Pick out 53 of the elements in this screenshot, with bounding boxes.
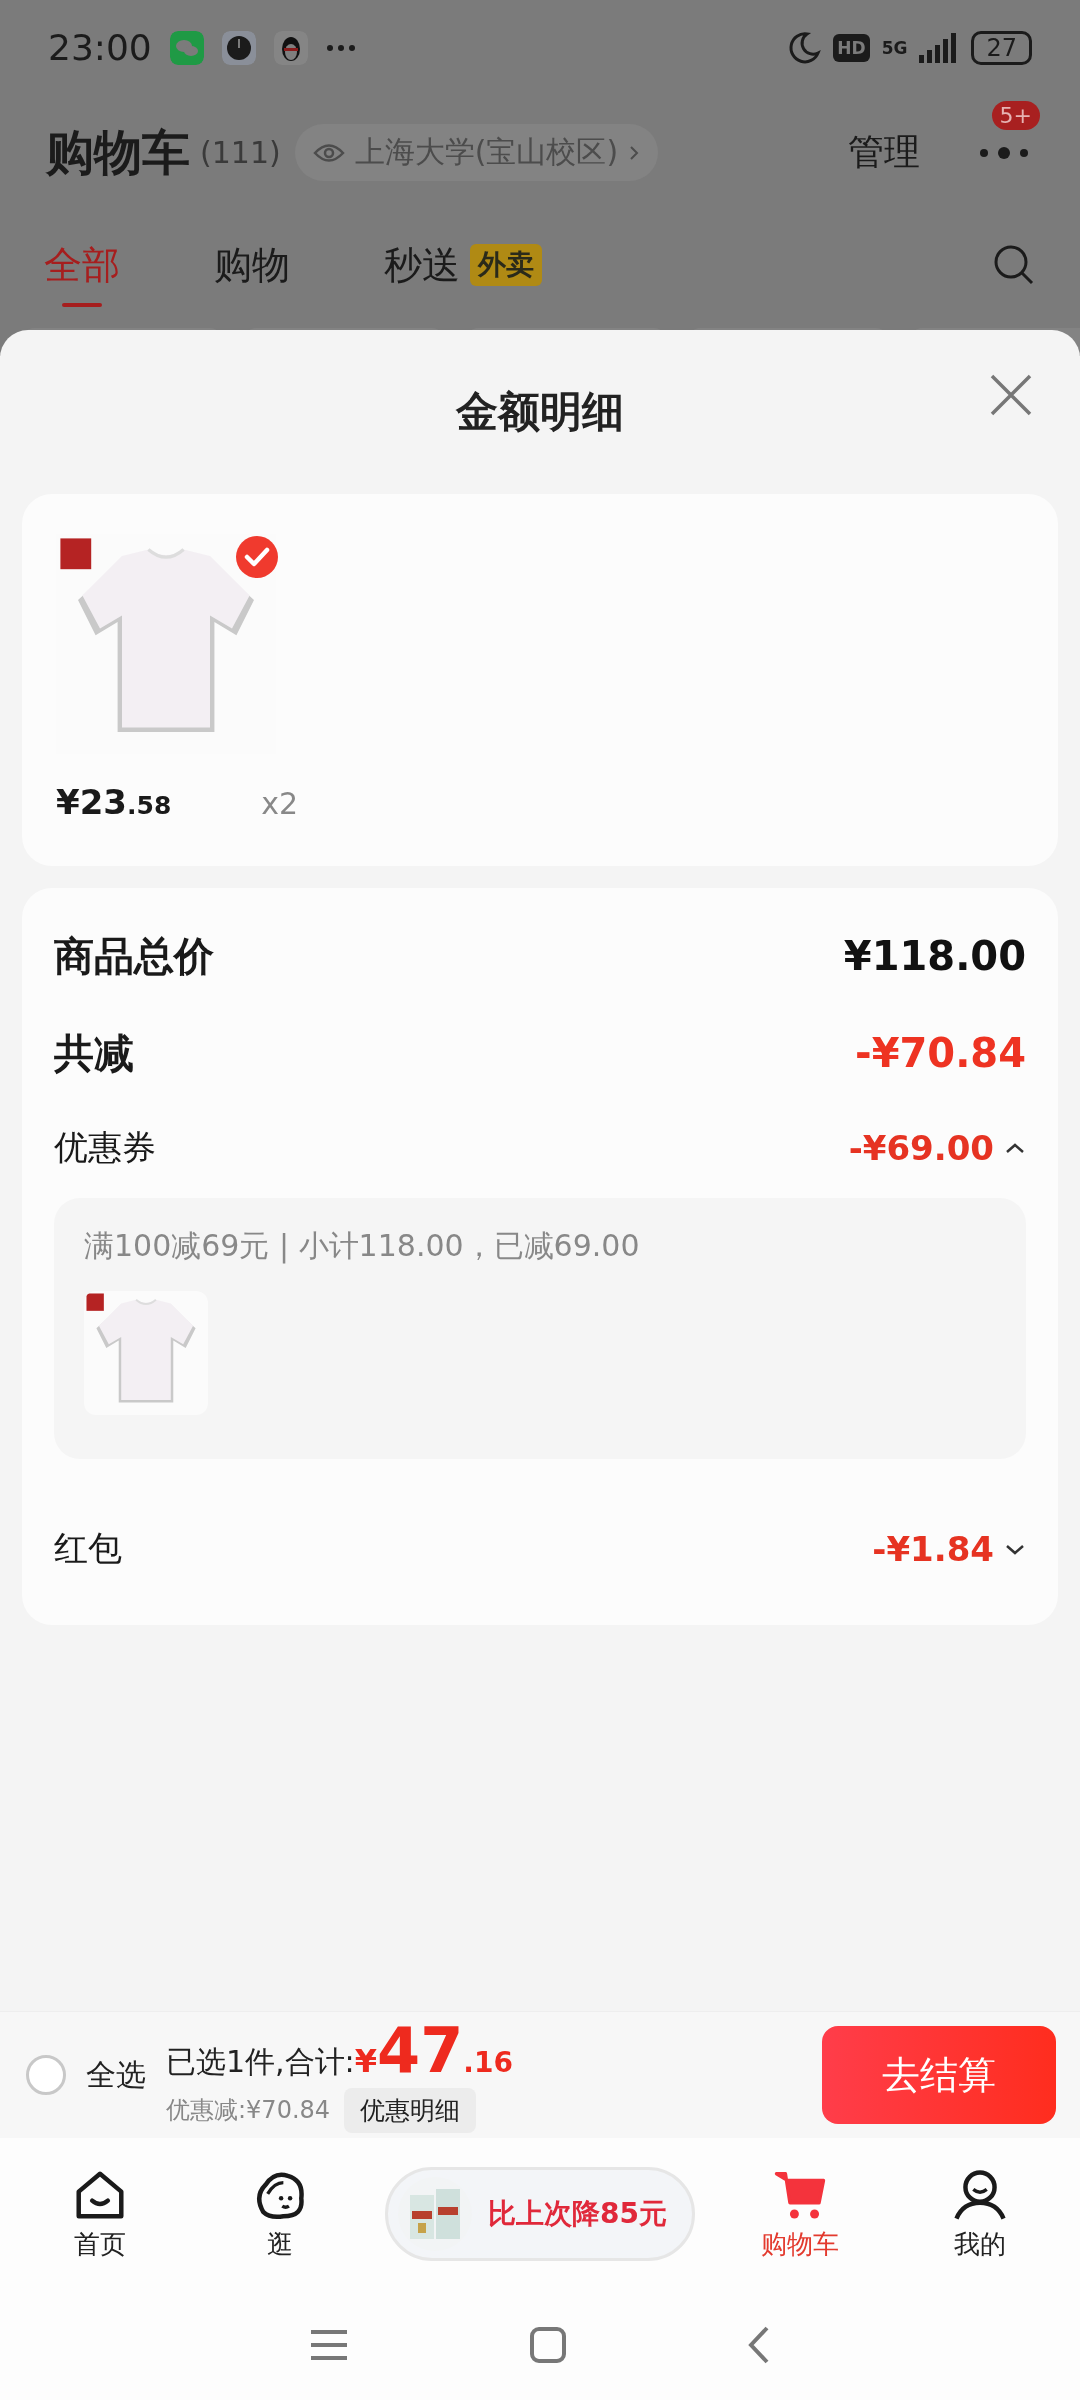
checkout-button[interactable]: 去结算 [822,2026,1056,2124]
penguin-app-icon [273,30,308,65]
person-icon [954,2169,1006,2219]
nav-tab[interactable]: 逛 [205,2166,355,2262]
moon-icon [787,30,822,65]
price-drop-pill[interactable]: 比上次降85元 [385,2167,695,2261]
product-quantity: x2 [261,786,299,821]
category-tab[interactable]: 购物 [214,231,290,299]
battery-indicator: 27 [971,30,1032,65]
nav-tab[interactable]: 购物车 [725,2166,875,2262]
total-price: ¥47.16 [354,2017,513,2084]
nav-tab[interactable]: 我的 [905,2166,1055,2262]
chevron-right-icon [628,143,641,162]
network-label: 5G [881,37,908,58]
eye-icon [312,141,345,164]
summary-amount: ¥118.00 [843,933,1026,979]
product-price: ¥23.58 [56,782,172,822]
home-icon [76,2171,124,2218]
status-time: 23:00 [48,27,152,68]
coupon-note: 满100减69元 | 小计118.00，已减69.00 [84,1227,641,1266]
clock-app-icon [221,30,256,65]
home-button-icon[interactable] [529,2326,567,2364]
chevron-down-icon[interactable] [1004,1542,1026,1556]
summary-amount: -¥1.84 [872,1529,994,1569]
sheet-title: 金额明细 [456,386,624,438]
summary-amount: -¥69.00 [848,1128,994,1168]
chevron-up-icon[interactable] [1004,1141,1026,1155]
nav-tab[interactable]: 首页 [25,2166,175,2262]
discount-summary: 优惠减:¥70.84 [166,2095,331,2126]
close-icon[interactable] [988,372,1034,418]
menu-icon[interactable] [309,2328,349,2362]
more-icon [325,43,356,52]
item-count: (111) [200,135,281,170]
notification-badge: 5+ [991,100,1040,130]
checkmark-icon[interactable] [234,534,280,580]
select-all-radio[interactable] [26,2055,66,2095]
hd-icon: HD [833,33,870,62]
back-icon[interactable] [747,2325,771,2365]
select-all-label: 全选 [86,2055,146,2094]
manage-link[interactable]: 管理 [848,128,920,177]
summary-label: 优惠券 [54,1126,156,1169]
summary-label: 共减 [54,1028,134,1078]
summary-label: 商品总价 [54,931,214,981]
search-icon[interactable] [992,243,1036,287]
summary-amount: -¥70.84 [855,1030,1026,1076]
total-label: 已选1件,合计: [166,2042,355,2081]
chat-app-icon [169,30,204,65]
cart-icon [774,2171,826,2218]
discount-detail-button[interactable]: 优惠明细 [344,2087,477,2133]
blob-face-icon [257,2172,304,2219]
category-tab[interactable]: 秒送 外卖 [384,231,542,299]
page-title: 购物车 [46,122,190,182]
summary-label: 红包 [54,1527,122,1570]
